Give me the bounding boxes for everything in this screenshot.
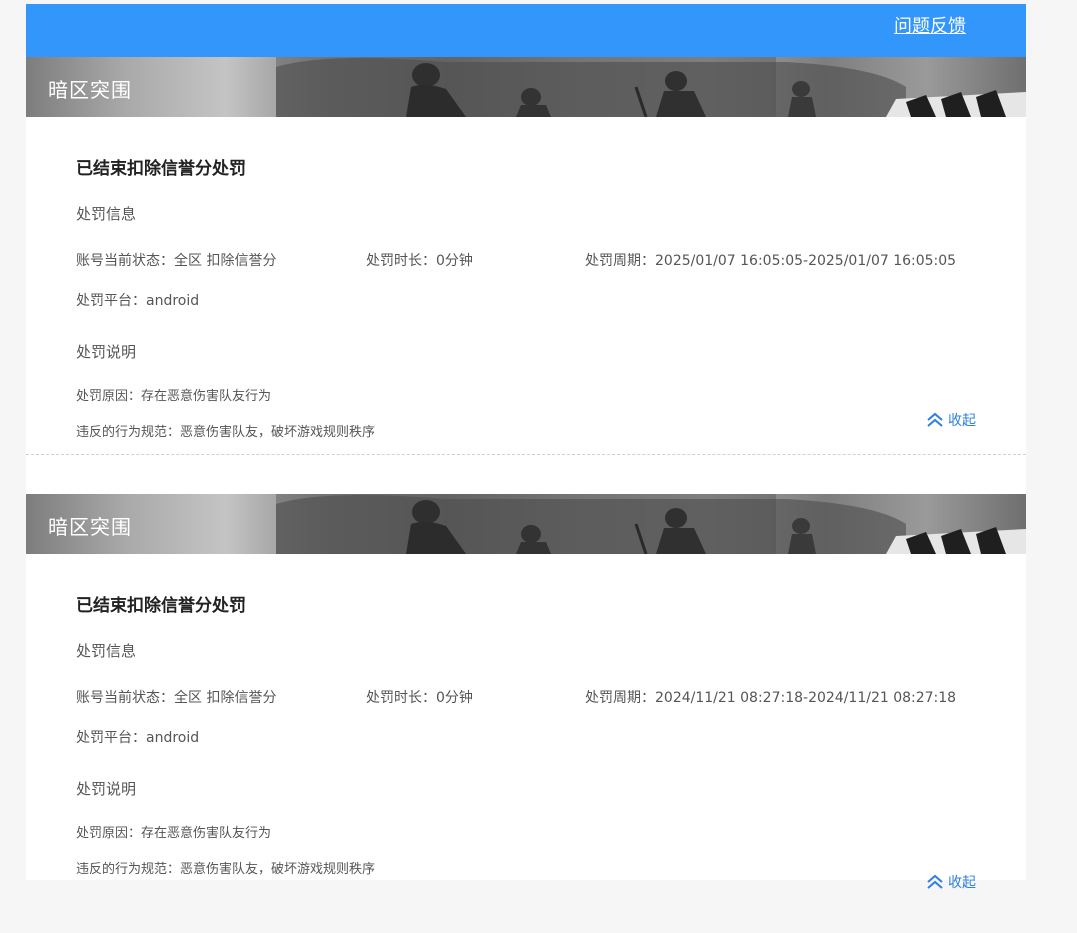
penalty-info-heading: 处罚信息 [76,642,137,660]
record-gap [26,455,1026,494]
penalty-info-heading: 处罚信息 [76,205,137,223]
collapse-button[interactable]: 收起 [926,410,976,430]
top-bar: 问题反馈 [26,4,1026,57]
game-title: 暗区突围 [48,78,132,102]
penalty-info-row: 账号当前状态：全区 扣除信誉分 处罚时长：0分钟 处罚周期：2024/11/21… [76,688,976,708]
collapse-button[interactable]: 收起 [926,872,976,892]
banner-artwork [276,494,1026,554]
penalty-duration: 处罚时长：0分钟 [366,253,473,269]
collapse-label: 收起 [948,413,976,429]
game-banner: 暗区突围 [26,57,1026,117]
penalty-record: 暗区突围 已结束扣除信誉分处罚 处罚信息 账号当前状态：全区 扣除信誉分 处罚时… [26,494,1026,891]
record-status-title: 已结束扣除信誉分处罚 [76,159,246,179]
game-title: 暗区突围 [48,515,132,539]
penalty-duration: 处罚时长：0分钟 [366,690,473,706]
penalty-record: 暗区突围 已结束扣除信誉分处罚 处罚信息 账号当前状态：全区 扣除信誉分 处罚时… [26,57,1026,455]
record-body: 已结束扣除信誉分处罚 处罚信息 账号当前状态：全区 扣除信誉分 处罚时长：0分钟… [26,554,1026,891]
double-chevron-up-icon [927,874,943,889]
banner-artwork [276,57,1026,117]
penalty-reason: 处罚原因：存在恶意伤害队友行为 [76,389,272,404]
record-status-title: 已结束扣除信誉分处罚 [76,596,246,616]
penalty-violation: 违反的行为规范：恶意伤害队友，破坏游戏规则秩序 [76,425,376,440]
penalty-info-row: 账号当前状态：全区 扣除信誉分 处罚时长：0分钟 处罚周期：2025/01/07… [76,251,976,271]
account-status: 账号当前状态：全区 扣除信誉分 [76,690,277,706]
penalty-platform: 处罚平台：android [76,293,200,309]
penalty-platform-row: 处罚平台：android [76,728,976,748]
record-divider [26,454,1026,455]
penalty-violation: 违反的行为规范：恶意伤害队友，破坏游戏规则秩序 [76,862,376,877]
account-status: 账号当前状态：全区 扣除信誉分 [76,253,277,269]
penalty-explain-heading: 处罚说明 [76,780,137,798]
record-body: 已结束扣除信誉分处罚 处罚信息 账号当前状态：全区 扣除信誉分 处罚时长：0分钟… [26,117,1026,454]
penalty-period: 处罚周期：2024/11/21 08:27:18-2024/11/21 08:2… [585,690,957,706]
feedback-link[interactable]: 问题反馈 [894,12,966,38]
collapse-label: 收起 [948,875,976,891]
penalty-platform-row: 处罚平台：android [76,291,976,311]
double-chevron-up-icon [927,412,943,427]
penalty-period: 处罚周期：2025/01/07 16:05:05-2025/01/07 16:0… [585,253,957,269]
penalty-records-page: 问题反馈 暗区突围 已结束扣除信誉分处罚 处罚信息 账号当前状态：全区 扣除信誉… [26,4,1026,891]
game-banner: 暗区突围 [26,494,1026,554]
penalty-reason: 处罚原因：存在恶意伤害队友行为 [76,826,272,841]
penalty-platform: 处罚平台：android [76,730,200,746]
penalty-explain-heading: 处罚说明 [76,343,137,361]
